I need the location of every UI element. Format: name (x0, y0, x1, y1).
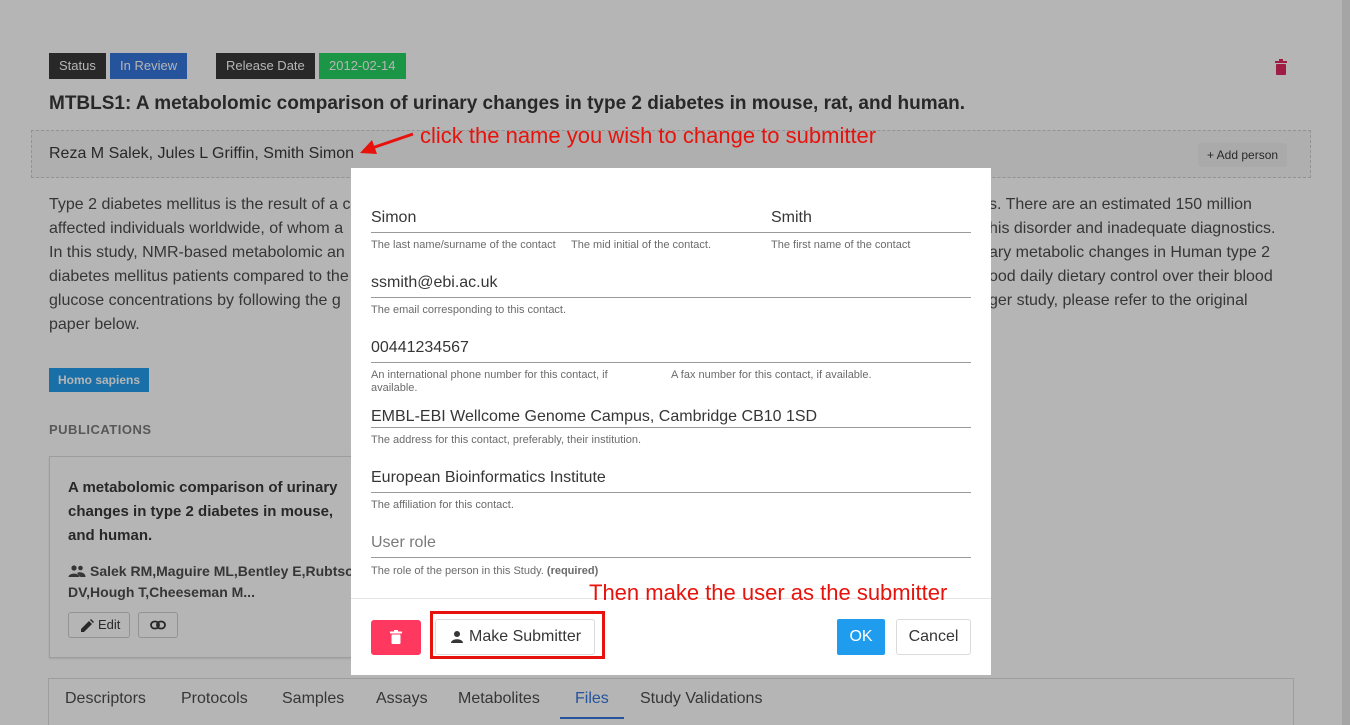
phone-field[interactable]: 00441234567 (371, 339, 469, 357)
name-row-underline (371, 232, 971, 233)
phone-help: An international phone number for this c… (371, 369, 608, 394)
last-name-help: The last name/surname of the contact (371, 239, 556, 251)
affiliation-help: The affiliation for this contact. (371, 499, 514, 511)
user-role-help: The role of the person in this Study. (r… (371, 565, 599, 577)
phone-row-underline (371, 362, 971, 363)
cancel-button[interactable]: Cancel (896, 619, 971, 655)
address-field[interactable]: EMBL-EBI Wellcome Genome Campus, Cambrid… (371, 408, 817, 426)
first-name-help: The first name of the contact (771, 239, 911, 251)
address-help: The address for this contact, preferably… (371, 434, 642, 446)
user-role-underline (371, 557, 971, 558)
email-underline (371, 297, 971, 298)
highlight-box (430, 611, 605, 659)
user-role-select[interactable]: User role (371, 534, 436, 552)
last-name-field[interactable]: Simon (371, 209, 416, 227)
trash-icon (390, 630, 402, 644)
first-name-field[interactable]: Smith (771, 209, 812, 227)
arrow-icon (360, 132, 414, 154)
annotation-bottom: Then make the user as the submitter (589, 580, 948, 605)
affiliation-underline (371, 492, 971, 493)
email-field[interactable]: ssmith@ebi.ac.uk (371, 274, 498, 292)
ok-button[interactable]: OK (837, 619, 885, 655)
fax-help: A fax number for this contact, if availa… (671, 369, 872, 381)
email-help: The email corresponding to this contact. (371, 304, 567, 316)
delete-person-button[interactable] (371, 620, 421, 655)
address-underline (371, 427, 971, 428)
affiliation-field[interactable]: European Bioinformatics Institute (371, 469, 606, 487)
annotation-top: click the name you wish to change to sub… (420, 123, 877, 148)
mid-initial-help: The mid initial of the contact. (571, 239, 712, 251)
